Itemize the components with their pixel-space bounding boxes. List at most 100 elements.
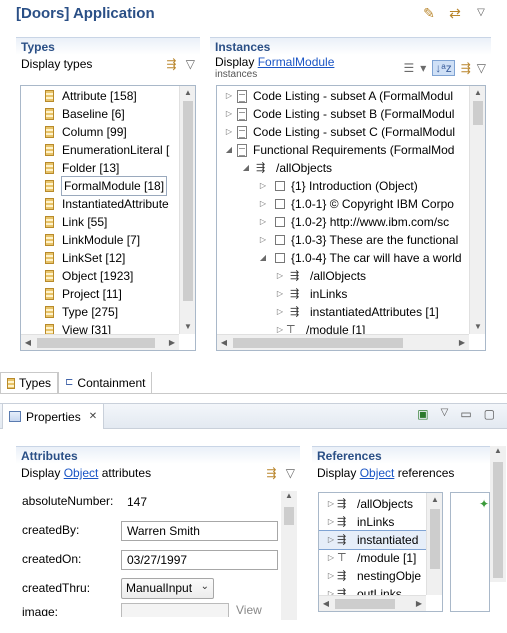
expand-arrow-icon[interactable]: ▷ — [223, 87, 235, 105]
expand-arrow-icon[interactable]: ▷ — [274, 285, 286, 303]
tree-row-label: Functional Requirements (FormalMod — [253, 143, 455, 157]
list-view-icon[interactable]: ☰ — [403, 61, 414, 75]
tree-row[interactable]: ▷ {1.0-1} © Copyright IBM Corpo — [217, 195, 485, 213]
tree-row[interactable]: ▷ Code Listing - subset A (FormalModul — [217, 87, 485, 105]
tree-row[interactable]: ▷ {1.0-3} These are the functional — [217, 231, 485, 249]
references-title: References — [312, 446, 498, 464]
expand-arrow-icon[interactable]: ▷ — [257, 231, 269, 249]
references-type-link[interactable]: Object — [360, 466, 395, 480]
expand-arrow-icon[interactable]: ▷ — [325, 567, 337, 585]
type-list-item[interactable]: Attribute [158] — [21, 87, 195, 105]
expand-arrow-icon[interactable]: ▷ — [325, 549, 337, 567]
expand-arrow-icon[interactable]: ▷ — [325, 531, 337, 549]
reference-list-item[interactable]: ▷ ⊤ /module [1] — [319, 549, 442, 567]
references-list[interactable]: ▷ ⇶/allObjects ▷ ⇶ inLinks ▷ ⇶ instantiated ▷ ⊤/m… — [318, 492, 443, 612]
tree-row[interactable]: ▷ Code Listing - subset C (FormalModul — [217, 123, 485, 141]
close-icon[interactable]: ✕ — [89, 411, 97, 422]
tree-row[interactable]: ◢ Functional Requirements (FormalMod — [217, 141, 485, 159]
expand-arrow-icon[interactable]: ▷ — [257, 177, 269, 195]
instances-tree[interactable]: ▷ Code Listing - subset A (FormalModul ▷ Co… — [216, 85, 486, 351]
relationship-icon: ⇶ — [290, 288, 300, 300]
formal-module-icon — [237, 107, 247, 121]
type-list-item[interactable]: Baseline [6] — [21, 105, 195, 123]
tree-row[interactable]: ▷ {1} Introduction (Object) — [217, 177, 485, 195]
tree-row[interactable]: ▷ Code Listing - subset B (FormalModul — [217, 105, 485, 123]
reference-list-item[interactable]: ▷ ⇶ inLinks — [319, 513, 442, 531]
expand-arrow-icon[interactable]: ▷ — [274, 267, 286, 285]
view-image-button[interactable]: View — [236, 603, 262, 616]
maximize-icon[interactable]: ▢ — [484, 407, 495, 421]
type-list-item[interactable]: Link [55] — [21, 213, 195, 231]
tree-row[interactable]: ▷ ⇶ /allObjects — [217, 267, 485, 285]
tab-containment[interactable]: ⊏ Containment — [58, 372, 153, 393]
minimize-icon[interactable]: ▭ — [460, 407, 471, 421]
type-list-item[interactable]: FormalModule [18] — [21, 176, 195, 196]
type-icon — [45, 306, 54, 318]
types-menu-chevron-icon[interactable]: ▽ — [186, 57, 195, 71]
filter-icon-2[interactable]: ⇶ — [461, 61, 471, 75]
tab-types[interactable]: Types — [0, 372, 59, 393]
sync-icon[interactable]: ⇄ — [447, 5, 463, 21]
type-list-item[interactable]: Type [275] — [21, 303, 195, 321]
type-list-item[interactable]: LinkSet [12] — [21, 249, 195, 267]
attributes-vscroll[interactable]: ▲ — [281, 491, 297, 620]
type-list-item[interactable]: LinkModule [7] — [21, 231, 195, 249]
collapse-arrow-icon[interactable]: ◢ — [257, 249, 269, 267]
view-menu-icon[interactable]: ▽ — [441, 407, 449, 421]
absolute-number-field[interactable]: 147 — [121, 492, 278, 512]
menu-chevron-icon[interactable]: ▽ — [473, 5, 489, 21]
view-menu-chevron-icon[interactable]: ▾ — [420, 61, 426, 75]
type-list-item[interactable]: Folder [13] — [21, 159, 195, 177]
instances-vscroll[interactable]: ▲ ▼ — [469, 86, 485, 334]
expand-arrow-icon[interactable]: ▷ — [325, 495, 337, 513]
type-list-item[interactable]: Project [11] — [21, 285, 195, 303]
reference-detail-panel[interactable]: ✦ — [450, 492, 490, 612]
tree-row[interactable]: ◢ {1.0-4} The car will have a world — [217, 249, 485, 267]
sort-az-icon[interactable]: ↓ᵃz — [432, 60, 455, 76]
created-on-field[interactable]: 03/27/1997 — [121, 550, 278, 570]
expand-arrow-icon[interactable]: ▷ — [257, 195, 269, 213]
tree-row[interactable]: ▷ ⇶ inLinks — [217, 285, 485, 303]
types-list[interactable]: Attribute [158] Baseline [6] Column [99] En… — [20, 85, 196, 351]
created-thru-select[interactable]: ManualInput ⌄ — [121, 578, 214, 599]
instances-menu-chevron-icon[interactable]: ▽ — [477, 61, 486, 75]
attributes-menu-chevron-icon[interactable]: ▽ — [286, 466, 295, 480]
attributes-filter-icon[interactable]: ⇶ — [266, 466, 276, 480]
instances-type-link[interactable]: FormalModule — [258, 55, 335, 69]
pin-view-icon[interactable]: ▣ — [417, 407, 428, 421]
attributes-type-link[interactable]: Object — [64, 466, 99, 480]
tree-row[interactable]: ▷ ⇶ instantiatedAttributes [1] — [217, 303, 485, 321]
created-by-field[interactable]: Warren Smith — [121, 521, 278, 541]
header-toolbar: ✎ ⇄ ▽ — [421, 5, 489, 21]
pin-icon[interactable]: ✎ — [421, 5, 437, 21]
expand-arrow-icon[interactable]: ▷ — [223, 123, 235, 141]
types-title: Types — [16, 37, 200, 55]
reference-list-item[interactable]: ▷ ⇶ /allObjects — [319, 495, 442, 513]
image-field[interactable] — [121, 603, 229, 617]
tree-row[interactable]: ▷ {1.0-2} http://www.ibm.com/sc — [217, 213, 485, 231]
tree-row[interactable]: ◢ ⇶ /allObjects — [217, 159, 485, 177]
instances-hscroll[interactable]: ◀ ▶ — [217, 334, 469, 350]
types-vscroll[interactable]: ▲ ▼ — [179, 86, 195, 334]
expand-arrow-icon[interactable]: ▷ — [325, 513, 337, 531]
reference-list-item[interactable]: ▷ ⇶ nestingObje — [319, 567, 442, 585]
filter-icon[interactable]: ⇶ — [166, 57, 176, 71]
properties-vscroll[interactable]: ▲ — [490, 446, 506, 582]
type-list-item[interactable]: EnumerationLiteral [ — [21, 141, 195, 159]
module-reference-icon: ⊤ — [337, 552, 347, 564]
type-list-item[interactable]: Column [99] — [21, 123, 195, 141]
expand-arrow-icon[interactable]: ▷ — [223, 105, 235, 123]
collapse-arrow-icon[interactable]: ◢ — [223, 141, 235, 159]
relationship-icon: ⇶ — [337, 570, 347, 582]
references-hscroll[interactable]: ◀ ▶ — [319, 595, 426, 611]
expand-arrow-icon[interactable]: ▷ — [257, 213, 269, 231]
reference-list-item[interactable]: ▷ ⇶ instantiated — [319, 530, 442, 550]
type-label: Baseline [6] — [62, 107, 125, 121]
type-list-item[interactable]: Object [1923] — [21, 267, 195, 285]
collapse-arrow-icon[interactable]: ◢ — [240, 159, 252, 177]
expand-arrow-icon[interactable]: ▷ — [274, 303, 286, 321]
tab-properties[interactable]: Properties ✕ — [2, 403, 105, 429]
references-vscroll[interactable]: ▲ — [426, 493, 442, 595]
type-list-item[interactable]: InstantiatedAttribute — [21, 195, 195, 213]
types-hscroll[interactable]: ◀ ▶ — [21, 334, 179, 350]
